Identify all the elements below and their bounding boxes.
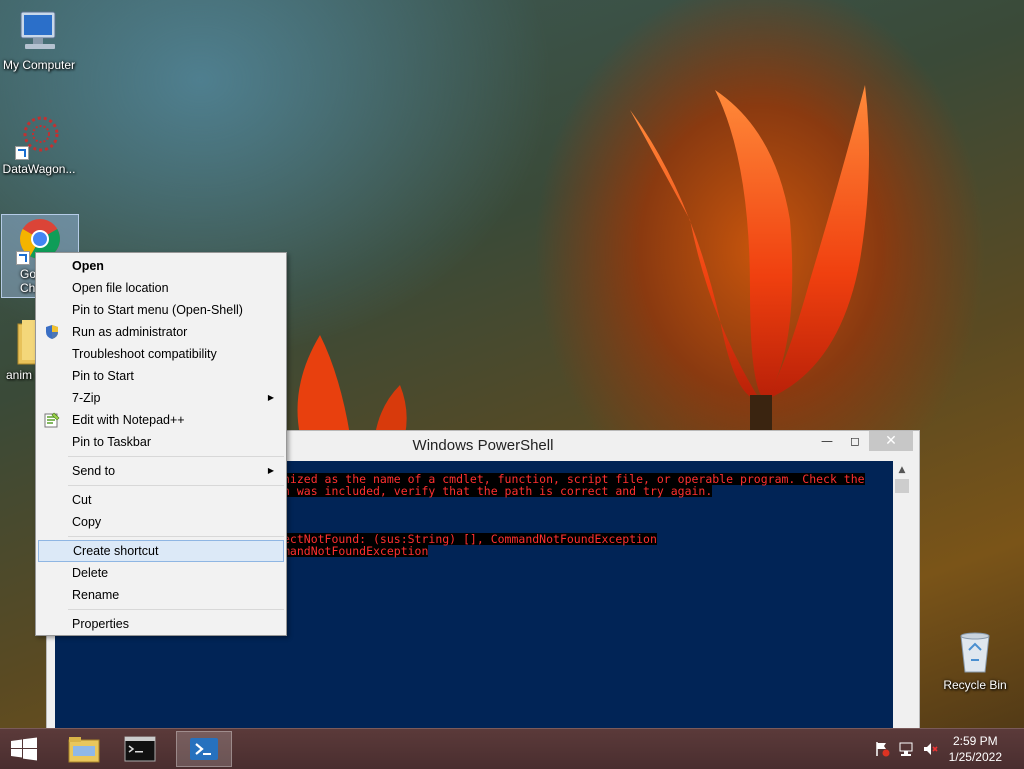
menu-item-label: Run as administrator: [72, 325, 188, 339]
computer-icon: [15, 8, 63, 56]
desktop-icon-label: DataWagon...: [2, 162, 76, 176]
menu-item-copy[interactable]: Copy: [38, 511, 284, 533]
menu-separator: [68, 456, 284, 457]
wallpaper-tulip-large: [630, 85, 869, 440]
menu-item-troubleshoot-compatibility[interactable]: Troubleshoot compatibility: [38, 343, 284, 365]
menu-item-label: Delete: [72, 566, 109, 580]
menu-item-pin-to-start[interactable]: Pin to Start: [38, 365, 284, 387]
desktop-icon-anim-folder[interactable]: anim: [0, 318, 40, 382]
menu-item-cut[interactable]: Cut: [38, 489, 284, 511]
menu-item-label: Copy: [72, 515, 102, 529]
powershell-icon: [190, 738, 218, 760]
datawagon-logo-icon: [15, 112, 63, 160]
scroll-thumb[interactable]: [895, 479, 909, 493]
menu-item-open-file-location[interactable]: Open file location: [38, 277, 284, 299]
desktop-icon-datawagon[interactable]: DataWagon...: [0, 112, 78, 176]
vertical-scrollbar[interactable]: ▲: [893, 461, 911, 729]
menu-item-label: Pin to Start: [72, 369, 134, 383]
menu-separator: [68, 536, 284, 537]
clock-time: 2:59 PM: [952, 734, 998, 748]
shortcut-arrow-icon: [15, 146, 29, 160]
notepad-plus-plus-icon: [44, 412, 60, 428]
wallpaper-tulip-small: [297, 335, 407, 435]
menu-item-pin-to-start-menu-open-shell[interactable]: Pin to Start menu (Open-Shell): [38, 299, 284, 321]
volume-muted-icon[interactable]: [922, 741, 938, 757]
menu-item-send-to[interactable]: Send to ▶: [38, 460, 284, 482]
menu-item-edit-with-notepad-plus-plus[interactable]: Edit with Notepad++: [38, 409, 284, 431]
desktop-icon-my-computer[interactable]: My Computer: [0, 8, 78, 72]
menu-item-label: Open: [72, 259, 104, 273]
scroll-up-icon[interactable]: ▲: [893, 461, 911, 479]
menu-item-create-shortcut[interactable]: Create shortcut: [38, 540, 284, 562]
menu-item-properties[interactable]: Properties: [38, 613, 284, 635]
menu-item-open[interactable]: Open: [38, 255, 284, 277]
menu-item-label: Create shortcut: [73, 544, 159, 558]
taskbar-file-explorer[interactable]: [56, 731, 112, 767]
taskbar-windows-powershell[interactable]: [176, 731, 232, 767]
minimize-button[interactable]: —: [813, 431, 841, 451]
action-center-flag-icon[interactable]: [874, 741, 890, 757]
menu-item-label: Edit with Notepad++: [72, 413, 185, 427]
close-button[interactable]: ✕: [869, 431, 913, 451]
menu-item-label: Rename: [72, 588, 120, 602]
submenu-arrow-icon: ▶: [267, 393, 274, 402]
menu-separator: [68, 485, 284, 486]
menu-item-label: 7-Zip: [72, 391, 101, 405]
menu-item-label: Pin to Taskbar: [72, 435, 151, 449]
console-line: n was included, verify that the path is …: [283, 484, 713, 498]
menu-item-run-as-administrator[interactable]: Run as administrator: [38, 321, 284, 343]
taskbar-clock[interactable]: 2:59 PM 1/25/2022: [949, 733, 1002, 765]
menu-item-label: Pin to Start menu (Open-Shell): [72, 303, 243, 317]
menu-item-label: Open file location: [72, 281, 169, 295]
clock-date: 1/25/2022: [948, 750, 1002, 764]
file-explorer-icon: [68, 737, 100, 763]
windows-logo-icon: [11, 737, 37, 761]
desktop-icon-recycle-bin[interactable]: Recycle Bin: [936, 628, 1014, 692]
window-controls: — ◻ ✕: [813, 431, 913, 453]
taskbar: 2:59 PM 1/25/2022: [0, 728, 1024, 769]
menu-item-label: Properties: [72, 617, 129, 631]
network-icon[interactable]: [898, 741, 914, 757]
desktop-icon-label: Recycle Bin: [943, 678, 1007, 692]
menu-item-delete[interactable]: Delete: [38, 562, 284, 584]
uac-shield-icon: [44, 324, 60, 340]
submenu-arrow-icon: ▶: [267, 466, 274, 475]
context-menu: Open Open file location Pin to Start men…: [35, 252, 287, 636]
desktop-icon-label: anim: [6, 368, 33, 382]
console-line: mandNotFoundException: [283, 544, 429, 558]
shortcut-arrow-icon: [16, 251, 30, 265]
taskbar-command-prompt[interactable]: [112, 731, 168, 767]
menu-item-label: Troubleshoot compatibility: [72, 347, 217, 361]
menu-item-7-zip[interactable]: 7-Zip ▶: [38, 387, 284, 409]
menu-item-label: Send to: [72, 464, 116, 478]
start-button[interactable]: [0, 731, 48, 767]
menu-item-pin-to-taskbar[interactable]: Pin to Taskbar: [38, 431, 284, 453]
maximize-button[interactable]: ◻: [841, 431, 869, 451]
recycle-bin-icon: [951, 628, 999, 676]
menu-item-label: Cut: [72, 493, 92, 507]
command-prompt-icon: [124, 736, 156, 762]
menu-item-rename[interactable]: Rename: [38, 584, 284, 606]
menu-separator: [68, 609, 284, 610]
desktop-icon-label: My Computer: [2, 58, 76, 72]
